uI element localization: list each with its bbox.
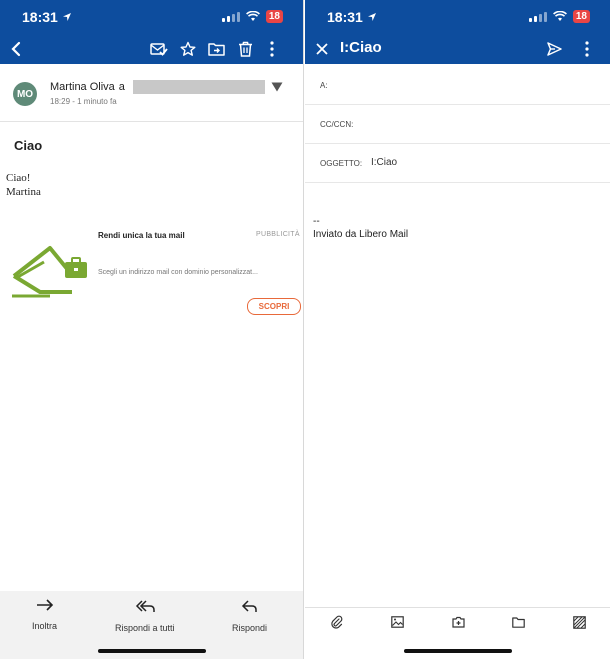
sender-line: Martina Oliva a (50, 80, 265, 94)
reply-all-button[interactable]: Rispondi a tutti (115, 599, 175, 633)
recipient-prefix: a (118, 81, 125, 93)
chevron-left-icon (11, 41, 21, 57)
subject-label: OGGETTO: (320, 159, 363, 168)
message-toolbar (0, 34, 303, 64)
attach-button[interactable] (329, 614, 345, 630)
close-compose-button[interactable] (310, 37, 334, 61)
message-view-pane: 18:31 18 MO Martina Oliva a 18:29 - 1 mi… (0, 0, 304, 659)
body-line: Ciao! (6, 172, 31, 184)
compose-body[interactable]: -- Inviato da Libero Mail (313, 215, 408, 241)
more-options-button[interactable] (260, 37, 284, 61)
reply-button[interactable]: Rispondi (232, 599, 267, 633)
wifi-icon (552, 11, 567, 21)
folder-move-icon (207, 43, 225, 56)
folder-icon (511, 616, 525, 628)
home-indicator[interactable] (97, 649, 206, 653)
trash-icon (238, 41, 252, 57)
to-label: A: (320, 81, 328, 90)
clock-text: 18:31 (22, 9, 58, 25)
compose-title: I:Ciao (340, 39, 382, 56)
wifi-icon (245, 11, 260, 21)
expand-details-icon[interactable] (271, 82, 283, 92)
ad-title[interactable]: Rendi unica la tua mail (98, 231, 185, 240)
message-subject: Ciao (14, 138, 43, 153)
to-field[interactable]: A: (305, 66, 610, 105)
home-indicator[interactable] (403, 649, 512, 653)
reply-icon (241, 600, 257, 612)
back-button[interactable] (4, 37, 28, 61)
reply-all-icon (135, 600, 155, 612)
signal-icon (528, 11, 547, 22)
move-folder-button[interactable] (204, 37, 228, 61)
close-icon (316, 43, 328, 55)
more-vertical-icon (585, 41, 589, 57)
message-timestamp: 18:29 - 1 minuto fa (50, 97, 117, 106)
battery-badge: 18 (572, 10, 590, 23)
send-icon (546, 42, 562, 56)
status-time: 18:31 (22, 9, 72, 25)
redacted-recipient (132, 80, 265, 94)
star-icon (180, 41, 196, 56)
reply-all-label: Rispondi a tutti (115, 623, 175, 633)
mail-check-icon (150, 43, 168, 56)
signature-text: Inviato da Libero Mail (313, 229, 409, 240)
ad-envelope-icon (12, 246, 87, 298)
more-vertical-icon (270, 41, 274, 57)
more-options-button[interactable] (575, 37, 599, 61)
clock-text: 18:31 (327, 9, 363, 25)
subject-field[interactable]: OGGETTO: I:Ciao (305, 144, 610, 183)
ad-cta-button[interactable]: SCOPRI (247, 298, 301, 315)
background-pattern-button[interactable] (571, 614, 587, 630)
sender-name: Martina Oliva (50, 81, 115, 93)
pattern-icon (572, 615, 586, 629)
sender-header[interactable]: MO Martina Oliva a 18:29 - 1 minuto fa (0, 70, 303, 122)
ad-description[interactable]: Scegli un indirizzo mail con dominio per… (98, 268, 258, 278)
cc-label: CC/CCN: (320, 120, 354, 129)
body-line: Martina (6, 186, 41, 198)
forward-arrow-icon (36, 599, 53, 611)
subject-value[interactable]: I:Ciao (371, 157, 397, 168)
image-icon (390, 616, 404, 628)
cc-field[interactable]: CC/CCN: (305, 105, 610, 144)
reply-action-bar: Inoltra Rispondi a tutti Rispondi (0, 591, 303, 659)
status-bar: 18:31 18 (305, 0, 610, 34)
ad-tag: PUBBLICITÀ (256, 231, 300, 238)
signature-separator: -- (313, 216, 320, 227)
reply-label: Rispondi (232, 623, 268, 633)
battery-badge: 18 (265, 10, 283, 23)
location-arrow-icon (62, 13, 71, 21)
delete-button[interactable] (233, 37, 257, 61)
camera-button[interactable] (450, 614, 466, 630)
signal-icon (221, 11, 240, 22)
forward-label: Inoltra (32, 621, 58, 631)
forward-button[interactable]: Inoltra (32, 599, 57, 631)
avatar: MO (13, 82, 37, 106)
folder-button[interactable] (510, 614, 526, 630)
paperclip-icon (331, 615, 343, 629)
compose-toolbar: I:Ciao (305, 34, 610, 64)
status-bar: 18:31 18 (0, 0, 303, 34)
location-arrow-icon (367, 13, 376, 21)
compose-pane: 18:31 18 I:Ciao A: CC/CCN: OGGETTO: I:Ci… (305, 0, 610, 659)
send-button[interactable] (542, 37, 566, 61)
camera-icon (451, 616, 465, 628)
insert-image-button[interactable] (389, 614, 405, 630)
star-button[interactable] (176, 37, 200, 61)
mark-read-button[interactable] (147, 37, 171, 61)
attachment-toolbar (305, 607, 610, 659)
message-body: Ciao! Martina (6, 171, 41, 199)
status-time: 18:31 (327, 9, 377, 25)
